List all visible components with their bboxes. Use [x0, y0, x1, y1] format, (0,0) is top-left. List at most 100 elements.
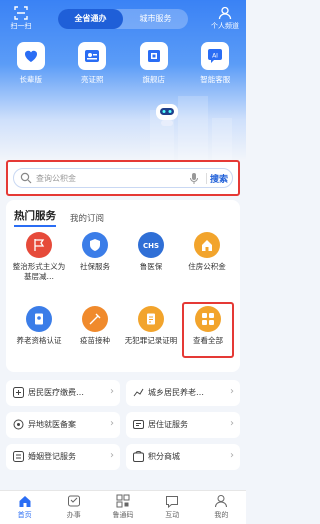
home-icon — [19, 496, 31, 507]
person-icon — [218, 6, 232, 20]
chevron-right-icon: › — [110, 450, 114, 461]
chevron-right-icon: › — [110, 386, 114, 397]
service-label: 无犯罪记录证明 — [124, 336, 178, 345]
bottom-tab-bar: 首页 办事 鲁通码 互动 我的 — [0, 490, 246, 524]
flag-icon — [26, 232, 52, 258]
tab-label: 首页 — [17, 511, 32, 519]
region-segment: 全省通办 城市服务 — [58, 9, 188, 29]
chs-icon: CHS — [138, 232, 164, 258]
tab-hot-services[interactable]: 热门服务 — [14, 208, 56, 227]
shortcut-label: 城乡居民养老… — [148, 388, 204, 397]
vaccine-icon — [82, 306, 108, 332]
tab-label: 我的 — [214, 511, 229, 519]
service-item[interactable]: 社保服务 — [66, 232, 124, 272]
ai-chat-icon: AI — [208, 49, 223, 63]
tab-interact[interactable]: 互动 — [148, 491, 197, 524]
search-bar: 查询公积金 搜索 — [6, 160, 240, 196]
quick-link-id[interactable]: 亮证照 — [63, 42, 121, 85]
quick-link-label: 旗舰店 — [142, 75, 166, 84]
service-label: 疫苗接种 — [80, 336, 110, 345]
shortcut-item[interactable]: 居民医疗缴费… › — [6, 380, 120, 406]
shortcut-label: 婚姻登记服务 — [28, 452, 76, 461]
user-icon — [215, 495, 228, 508]
top-bar: 扫一扫 全省通办 城市服务 个人频道 — [0, 0, 246, 38]
quick-links: 长辈版 亮证照 旗舰店 AI 智能客服 — [0, 42, 246, 85]
chevron-right-icon: › — [230, 386, 234, 397]
service-label: 养老资格认证 — [16, 336, 62, 345]
shortcut-label: 异地就医备案 — [28, 420, 76, 429]
personal-channel-button[interactable]: 个人频道 — [208, 6, 242, 31]
tab-label: 办事 — [66, 511, 81, 519]
residence-card-icon — [133, 420, 144, 429]
quick-link-label: 智能客服 — [200, 75, 231, 84]
elder-heart-icon — [24, 50, 37, 62]
shortcut-item[interactable]: 积分商城 › — [126, 444, 240, 470]
search-input[interactable]: 查询公积金 — [36, 173, 76, 184]
chevron-right-icon: › — [110, 418, 114, 429]
robot-mascot-icon — [156, 104, 178, 126]
segment-city[interactable]: 城市服务 — [123, 9, 188, 29]
view-all-button[interactable]: 查看全部 — [179, 306, 237, 346]
quick-link-label: 长辈版 — [19, 75, 43, 84]
service-item[interactable]: 疫苗接种 — [66, 306, 124, 346]
certificate-icon — [26, 306, 52, 332]
location-icon — [13, 419, 24, 430]
shortcut-label: 居住证服务 — [148, 420, 188, 429]
tab-subscriptions[interactable]: 我的订阅 — [70, 212, 104, 227]
store-icon — [147, 50, 160, 62]
scan-button[interactable]: 扫一扫 — [6, 6, 36, 31]
quick-link-elder[interactable]: 长辈版 — [2, 42, 60, 85]
service-item[interactable]: 无犯罪记录证明 — [122, 306, 180, 346]
chevron-right-icon: › — [230, 450, 234, 461]
marriage-icon — [13, 451, 24, 462]
scan-icon — [14, 6, 28, 20]
service-label: 整治形式主义为基层减… — [12, 262, 66, 281]
tab-mine[interactable]: 我的 — [197, 491, 246, 524]
service-label: 社保服务 — [80, 262, 110, 271]
personal-channel-label: 个人频道 — [211, 22, 239, 30]
quick-link-ai[interactable]: AI 智能客服 — [186, 42, 244, 85]
chevron-right-icon: › — [230, 418, 234, 429]
house-icon — [194, 232, 220, 258]
segment-province[interactable]: 全省通办 — [58, 9, 123, 29]
tab-label: 互动 — [165, 511, 180, 519]
shortcut-label: 积分商城 — [148, 452, 180, 461]
tab-label: 鲁通码 — [112, 511, 134, 519]
qr-code-icon — [116, 494, 130, 508]
record-icon — [138, 306, 164, 332]
services-tabs: 热门服务 我的订阅 — [14, 208, 104, 227]
shield-icon — [82, 232, 108, 258]
tab-home[interactable]: 首页 — [0, 491, 49, 524]
svg-text:CHS: CHS — [143, 242, 159, 250]
scan-label: 扫一扫 — [10, 22, 32, 30]
service-item[interactable]: 养老资格认证 — [10, 306, 68, 346]
grid-icon — [195, 306, 221, 332]
chat-icon — [166, 496, 179, 508]
shortcut-item[interactable]: 异地就医备案 › — [6, 412, 120, 438]
points-mall-icon — [133, 451, 144, 462]
service-item[interactable]: 住房公积金 — [178, 232, 236, 272]
tab-qr-code[interactable]: 鲁通码 — [98, 491, 147, 524]
services-panel: 热门服务 我的订阅 整治形式主义为基层减… 社保服务 CHS 鲁医保 住房公积金… — [6, 200, 240, 372]
quick-link-label: 亮证照 — [81, 75, 104, 84]
medical-plus-icon — [13, 387, 24, 398]
view-all-label: 查看全部 — [193, 336, 223, 345]
search-icon — [20, 172, 32, 184]
service-item[interactable]: CHS 鲁医保 — [122, 232, 180, 272]
shortcut-item[interactable]: 婚姻登记服务 › — [6, 444, 120, 470]
search-button[interactable]: 搜索 — [210, 172, 228, 185]
pension-icon — [133, 388, 144, 397]
service-item[interactable]: 整治形式主义为基层减… — [10, 232, 68, 282]
shortcut-item[interactable]: 城乡居民养老… › — [126, 380, 240, 406]
id-card-icon — [85, 50, 100, 62]
search-field[interactable]: 查询公积金 搜索 — [13, 168, 233, 188]
service-label: 鲁医保 — [139, 262, 163, 271]
microphone-icon[interactable] — [189, 172, 199, 185]
quick-link-store[interactable]: 旗舰店 — [125, 42, 183, 85]
shortcut-label: 居民医疗缴费… — [28, 388, 84, 397]
svg-text:AI: AI — [212, 53, 218, 60]
tab-tasks[interactable]: 办事 — [49, 491, 98, 524]
task-icon — [67, 495, 80, 507]
shortcut-item[interactable]: 居住证服务 › — [126, 412, 240, 438]
service-label: 住房公积金 — [188, 262, 226, 271]
